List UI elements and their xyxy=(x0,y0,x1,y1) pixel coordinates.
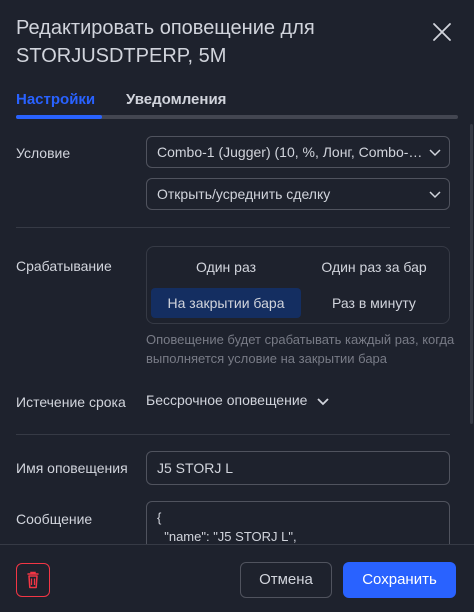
dialog-footer: Отмена Сохранить xyxy=(0,544,474,612)
trigger-option-once-per-bar[interactable]: Один раз за бар xyxy=(299,252,449,282)
condition-action-value: Открыть/усреднить сделку xyxy=(157,186,331,202)
expiry-value: Бессрочное оповещение xyxy=(146,392,308,408)
divider xyxy=(16,434,450,435)
trash-icon xyxy=(27,571,39,589)
tab-notifications[interactable]: Уведомления xyxy=(126,90,226,110)
trigger-option-bar-close[interactable]: На закрытии бара xyxy=(151,288,301,318)
delete-button[interactable] xyxy=(16,563,50,597)
chevron-down-icon xyxy=(429,191,441,199)
trigger-hint: Оповещение будет срабатывать каждый раз,… xyxy=(146,332,455,366)
expiry-dropdown[interactable]: Бессрочное оповещение xyxy=(146,392,329,408)
divider xyxy=(16,227,450,228)
condition-indicator-value: Combo-1 (Jugger) (10, %, Лонг, Combo-1 (… xyxy=(157,144,427,160)
message-textarea[interactable]: { "name": "J5 STORJ L", xyxy=(146,501,450,544)
condition-indicator-select[interactable]: Combo-1 (Jugger) (10, %, Лонг, Combo-1 (… xyxy=(146,136,450,168)
tab-bar: Настройки Уведомления xyxy=(16,90,458,120)
trigger-option-once-per-minute[interactable]: Раз в минуту xyxy=(299,288,449,318)
close-icon[interactable] xyxy=(430,20,454,44)
edit-alert-dialog: Редактировать оповещение для STORJUSDTPE… xyxy=(0,0,474,612)
condition-action-select[interactable]: Открыть/усреднить сделку xyxy=(146,178,450,210)
tab-active-indicator xyxy=(16,115,102,119)
save-button[interactable]: Сохранить xyxy=(343,562,456,598)
cancel-button[interactable]: Отмена xyxy=(240,562,332,598)
alert-name-label: Имя оповещения xyxy=(16,460,128,476)
dialog-title: Редактировать оповещение для STORJUSDTPE… xyxy=(16,17,315,67)
tab-settings[interactable]: Настройки xyxy=(16,90,95,110)
scrollbar[interactable] xyxy=(470,124,473,424)
trigger-segmented-control: Один раз Один раз за бар На закрытии бар… xyxy=(146,246,450,324)
alert-name-input[interactable]: J5 STORJ L xyxy=(146,451,450,485)
settings-panel[interactable]: Условие Combo-1 (Jugger) (10, %, Лонг, C… xyxy=(0,120,474,544)
trigger-label: Срабатывание xyxy=(16,258,112,274)
condition-label: Условие xyxy=(16,145,71,161)
chevron-down-icon xyxy=(429,149,441,157)
trigger-option-once[interactable]: Один раз xyxy=(151,252,301,282)
chevron-down-icon xyxy=(317,398,329,406)
expiry-label: Истечение срока xyxy=(16,394,126,410)
message-label: Сообщение xyxy=(16,511,93,527)
